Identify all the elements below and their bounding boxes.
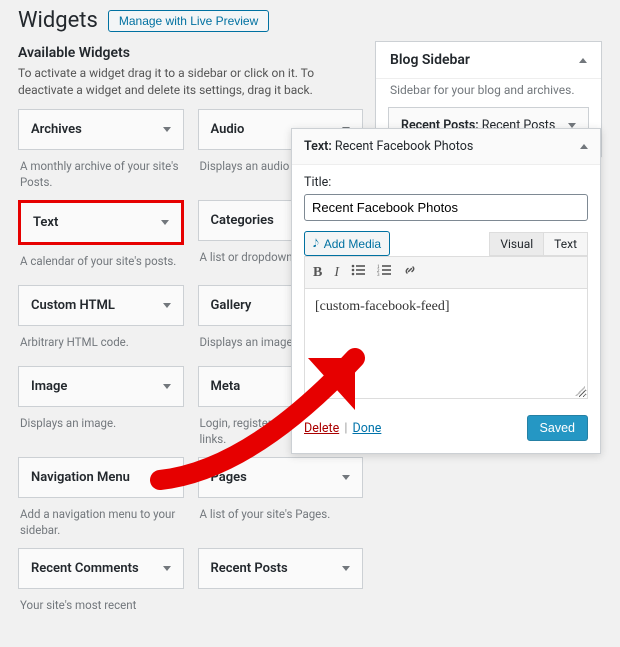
chevron-down-icon <box>163 303 171 308</box>
widget-label: Gallery <box>211 298 252 313</box>
bullet-list-button[interactable] <box>351 264 365 281</box>
editor-heading-value: Recent Facebook Photos <box>335 139 473 154</box>
tab-text[interactable]: Text <box>544 232 588 256</box>
bold-button[interactable]: B <box>313 265 322 281</box>
chevron-down-icon <box>342 566 350 571</box>
widget-desc: A list of your site's Pages. <box>198 498 364 536</box>
link-button[interactable] <box>403 263 417 282</box>
widget-label: Image <box>31 379 67 394</box>
chevron-down-icon <box>342 475 350 480</box>
widget-navigation-menu[interactable]: Navigation Menu <box>18 457 184 498</box>
title-input[interactable] <box>304 194 588 221</box>
editor-header[interactable]: Text: Recent Facebook Photos <box>292 129 600 165</box>
widget-desc <box>198 589 364 627</box>
chevron-up-icon <box>579 58 587 63</box>
done-link[interactable]: Done <box>353 421 382 436</box>
widget-label: Recent Posts <box>211 561 288 576</box>
widget-label: Categories <box>211 213 274 228</box>
widget-label: Archives <box>31 122 82 137</box>
editor-content: [custom-facebook-feed] <box>315 299 449 314</box>
editor-heading-type: Text: <box>304 139 332 154</box>
widget-desc: Displays an image. <box>18 407 184 445</box>
widget-label: Text <box>33 215 58 230</box>
add-media-button[interactable]: Add Media <box>304 231 390 256</box>
chevron-down-icon <box>163 384 171 389</box>
widget-label: Custom HTML <box>31 298 115 313</box>
widget-desc: A monthly archive of your site's Posts. <box>18 150 184 198</box>
sidebar-title: Blog Sidebar <box>390 52 470 68</box>
widget-pages[interactable]: Pages <box>198 457 364 498</box>
widget-desc: Arbitrary HTML code. <box>18 326 184 364</box>
chevron-down-icon <box>163 127 171 132</box>
sidebar-desc: Sidebar for your blog and archives. <box>376 79 601 107</box>
widget-custom-html[interactable]: Custom HTML <box>18 285 184 326</box>
widget-image[interactable]: Image <box>18 366 184 407</box>
saved-button[interactable]: Saved <box>527 415 588 441</box>
number-list-button[interactable]: 123 <box>377 264 391 281</box>
widget-label: Meta <box>211 379 241 394</box>
widget-desc: Your site's most recent <box>18 589 184 627</box>
available-widgets-desc: To activate a widget drag it to a sideba… <box>18 65 363 99</box>
widget-label: Audio <box>211 122 245 137</box>
chevron-down-icon <box>163 566 171 571</box>
add-media-label: Add Media <box>324 237 381 251</box>
page-title: Widgets <box>18 8 98 33</box>
live-preview-button[interactable]: Manage with Live Preview <box>108 10 269 32</box>
widget-recent-comments[interactable]: Recent Comments <box>18 548 184 589</box>
available-widgets-title: Available Widgets <box>18 45 363 61</box>
chevron-down-icon <box>163 475 171 480</box>
separator: | <box>344 421 347 436</box>
tab-visual[interactable]: Visual <box>489 232 544 256</box>
widget-editor-panel: Text: Recent Facebook Photos Title: Add … <box>291 128 601 454</box>
title-label: Title: <box>304 175 588 190</box>
widget-archives[interactable]: Archives <box>18 109 184 150</box>
widget-text[interactable]: Text <box>18 200 184 245</box>
delete-link[interactable]: Delete <box>304 421 339 436</box>
widget-label: Pages <box>211 470 247 485</box>
italic-button[interactable]: I <box>334 265 339 281</box>
resize-handle-icon[interactable] <box>575 386 585 396</box>
svg-text:3: 3 <box>377 273 380 276</box>
content-editor[interactable]: [custom-facebook-feed] <box>304 289 588 399</box>
format-toolbar: B I 123 <box>304 256 588 289</box>
widget-label: Recent Comments <box>31 561 139 576</box>
widget-label: Navigation Menu <box>31 470 130 485</box>
chevron-up-icon <box>580 144 588 149</box>
widget-recent-posts[interactable]: Recent Posts <box>198 548 364 589</box>
chevron-down-icon <box>161 220 169 225</box>
widget-desc: A calendar of your site's posts. <box>18 245 184 283</box>
widget-desc: Add a navigation menu to your sidebar. <box>18 498 184 546</box>
media-icon <box>313 236 319 251</box>
